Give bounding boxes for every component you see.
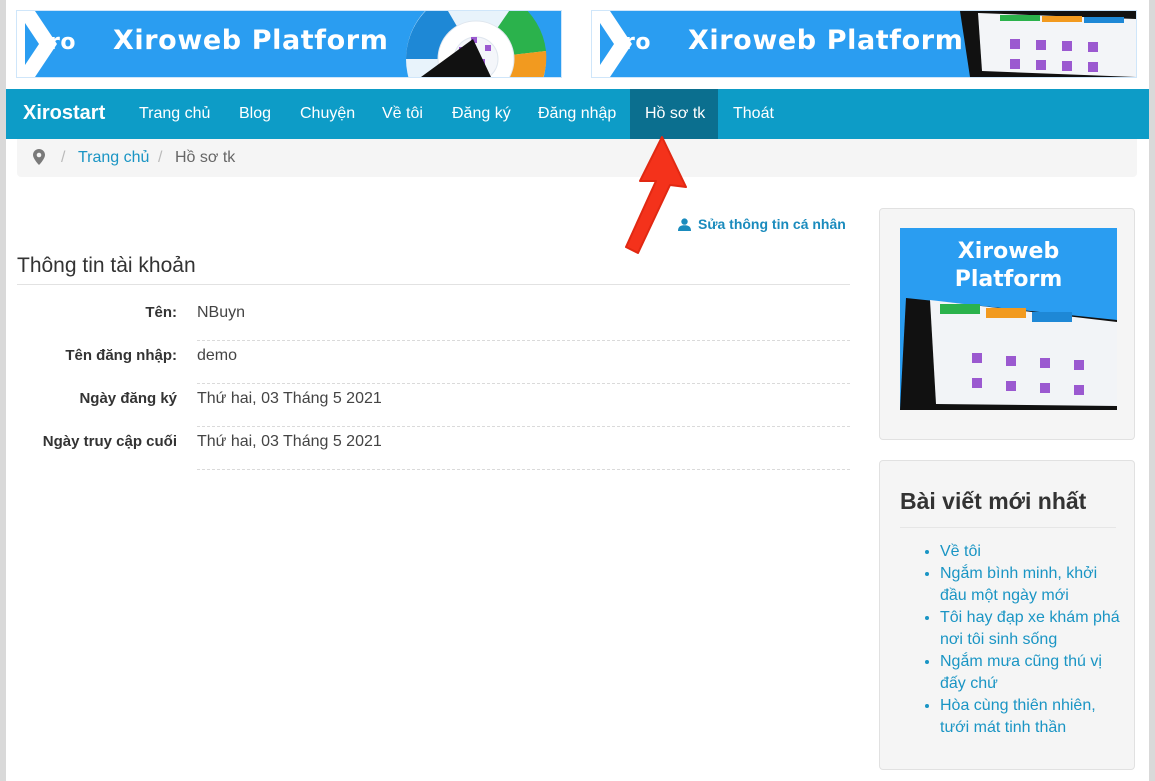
dashboard-screenshot-graphic — [960, 11, 1136, 77]
sidebar-ad-title: Xiroweb Platform — [900, 238, 1117, 294]
list-item: Tôi hay đạp xe khám phá nơi tôi sinh sốn… — [940, 607, 1125, 651]
breadcrumb: / Trang chủ / Hồ sơ tk — [17, 139, 1137, 177]
banner-ad-left[interactable]: iro Xiroweb Platform — [17, 11, 561, 77]
nav-item-blog[interactable]: Blog — [224, 89, 286, 139]
latest-posts-title: Bài viết mới nhất — [900, 488, 1116, 528]
map-marker-icon — [33, 149, 45, 165]
nav-item-ve-toi[interactable]: Về tôi — [367, 89, 438, 139]
breadcrumb-separator: / — [158, 149, 163, 166]
info-row-username: Tên đăng nhập: demo — [17, 341, 850, 384]
banner-ad-right[interactable]: iro Xiroweb Platform — [592, 11, 1136, 77]
info-value: Thứ hai, 03 Tháng 5 2021 — [197, 384, 850, 427]
info-label: Tên đăng nhập: — [65, 347, 177, 364]
info-row-register-date: Ngày đăng ký Thứ hai, 03 Tháng 5 2021 — [17, 384, 850, 427]
breadcrumb-home-link[interactable]: Trang chủ — [78, 139, 149, 177]
post-link[interactable]: Ngắm mưa cũng thú vị đấy chứ — [940, 653, 1102, 692]
nav-item-dang-nhap[interactable]: Đăng nhập — [523, 89, 631, 139]
nav-item-thoat[interactable]: Thoát — [718, 89, 789, 139]
list-item: Ngắm bình minh, khởi đầu một ngày mới — [940, 563, 1125, 607]
latest-posts-list: Về tôi Ngắm bình minh, khởi đầu một ngày… — [900, 541, 1125, 739]
ad-title-line: Platform — [954, 267, 1063, 292]
main-navbar: Xirostart Trang chủ Blog Chuyện Về tôi Đ… — [6, 89, 1149, 139]
nav-item-ho-so-tk[interactable]: Hồ sơ tk — [630, 89, 718, 139]
list-item: Ngắm mưa cũng thú vị đấy chứ — [940, 651, 1125, 695]
info-label: Tên: — [145, 304, 177, 321]
list-item: Hòa cùng thiên nhiên, tưới mát tinh thần — [940, 695, 1125, 739]
latest-posts-box: Bài viết mới nhất Về tôi Ngắm bình minh,… — [879, 460, 1135, 770]
edit-profile-link[interactable]: Sửa thông tin cá nhân — [678, 216, 846, 232]
post-link[interactable]: Tôi hay đạp xe khám phá nơi tôi sinh sốn… — [940, 609, 1120, 648]
breadcrumb-separator: / — [61, 149, 66, 166]
info-row-name: Tên: NBuyn — [17, 298, 850, 341]
edit-profile-label: Sửa thông tin cá nhân — [698, 216, 846, 232]
list-item: Về tôi — [940, 541, 1125, 563]
nav-item-chuyen[interactable]: Chuyện — [285, 89, 370, 139]
info-label: Ngày truy cập cuối — [42, 433, 177, 450]
info-value: Thứ hai, 03 Tháng 5 2021 — [197, 427, 850, 470]
post-link[interactable]: Hòa cùng thiên nhiên, tưới mát tinh thần — [940, 697, 1096, 736]
sidebar-ad-box: Xiroweb Platform — [879, 208, 1135, 440]
banner-title: Xiroweb Platform — [113, 25, 389, 56]
xiro-logo: iro — [592, 11, 658, 77]
post-link[interactable]: Về tôi — [940, 543, 981, 560]
sidebar-ad-banner[interactable]: Xiroweb Platform — [900, 228, 1117, 410]
nav-item-dang-ky[interactable]: Đăng ký — [437, 89, 526, 139]
info-value: demo — [197, 341, 850, 384]
post-link[interactable]: Ngắm bình minh, khởi đầu một ngày mới — [940, 565, 1097, 604]
navbar-brand[interactable]: Xirostart — [23, 102, 105, 125]
xiro-logo: iro — [17, 11, 83, 77]
account-info-title: Thông tin tài khoản — [17, 254, 850, 285]
dashboard-wheel-graphic — [406, 11, 547, 77]
ad-title-line: Xiroweb — [957, 239, 1060, 264]
info-value: NBuyn — [197, 298, 850, 341]
breadcrumb-current: Hồ sơ tk — [175, 149, 236, 166]
banner-title: Xiroweb Platform — [688, 25, 964, 56]
logo-text: iro — [616, 30, 652, 55]
red-arrow-icon — [625, 136, 687, 254]
logo-text: iro — [41, 30, 77, 55]
nav-item-trang-chu[interactable]: Trang chủ — [124, 89, 225, 139]
info-label: Ngày đăng ký — [79, 390, 177, 407]
page: iro Xiroweb Platform iro Xiroweb Platfor… — [6, 0, 1149, 781]
info-row-last-visit: Ngày truy cập cuối Thứ hai, 03 Tháng 5 2… — [17, 427, 850, 470]
